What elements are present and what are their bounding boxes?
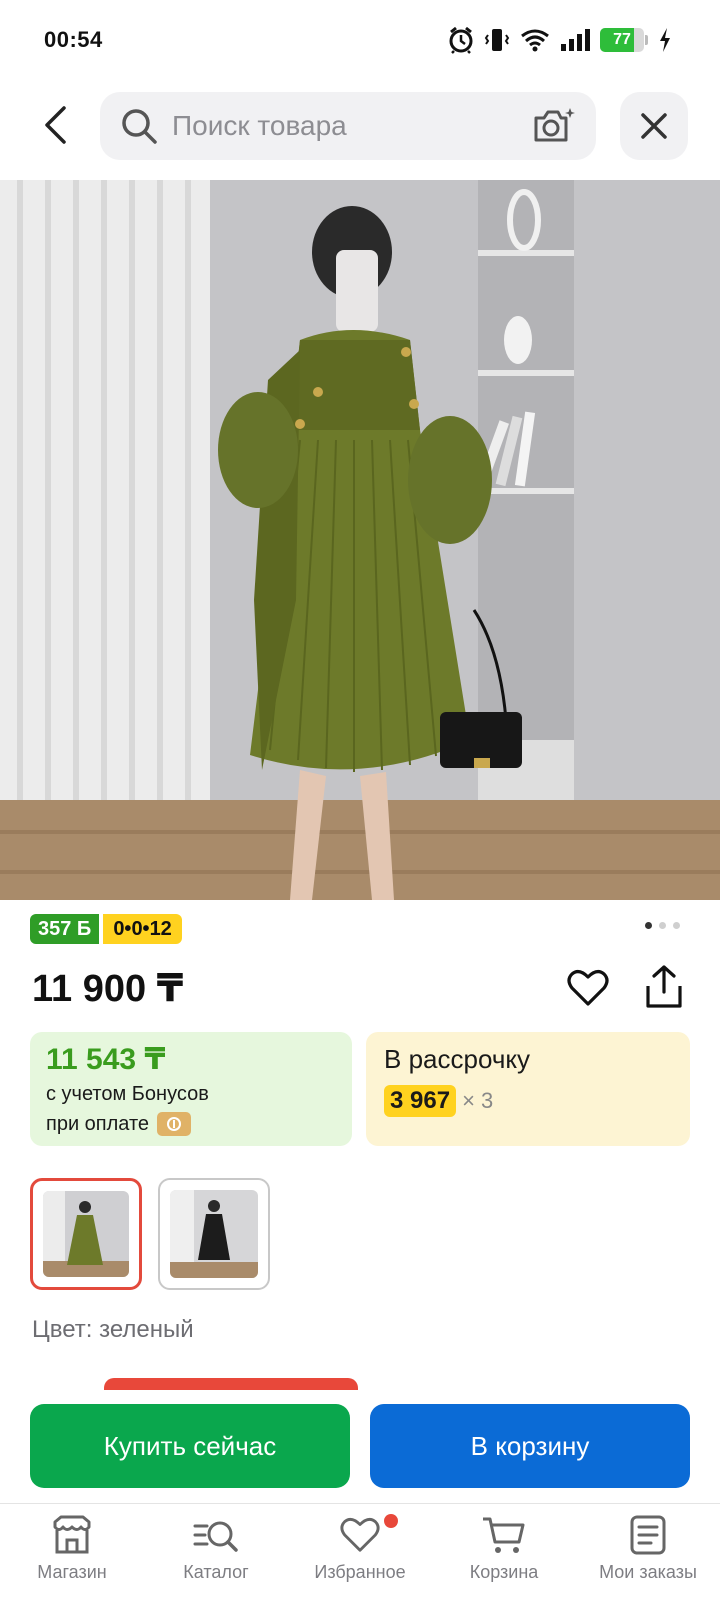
heart-icon [567, 970, 609, 1006]
installment-card[interactable]: В рассрочку 3 967 × 3 [366, 1032, 690, 1146]
installment-plan-badge: 0•0•12 [103, 914, 182, 944]
nav-label-catalog: Каталог [183, 1562, 249, 1582]
color-option-green[interactable] [30, 1178, 142, 1290]
bottom-navigation: Магазин Каталог Избранное Корзина Мои за… [0, 1503, 720, 1600]
share-icon [646, 965, 682, 1008]
bonus-note-line2-text: при оплате [46, 1112, 150, 1135]
nav-item-catalog[interactable]: Каталог [144, 1504, 288, 1600]
installment-multiplier: × 3 [462, 1088, 494, 1113]
battery-icon: 77 [600, 28, 648, 52]
pagination-dot [673, 922, 680, 929]
selected-color-label: Цвет: зеленый [32, 1316, 194, 1343]
close-button[interactable] [620, 92, 688, 160]
promo-badges: 357 Б 0•0•12 [30, 914, 182, 944]
product-image[interactable] [0, 180, 720, 900]
alarm-icon [449, 26, 473, 54]
bonus-note-line2: при оплате [46, 1112, 336, 1136]
nav-item-cart[interactable]: Корзина [432, 1504, 576, 1600]
heart-icon [340, 1517, 380, 1552]
catalog-search-icon [193, 1521, 238, 1552]
hidden-banner-edge [104, 1378, 358, 1390]
share-button[interactable] [642, 964, 690, 1012]
notification-dot [384, 1514, 398, 1528]
vibrate-icon [484, 29, 510, 51]
store-icon [53, 1515, 91, 1554]
favorite-button[interactable] [566, 966, 614, 1014]
gallery-pagination [645, 922, 680, 929]
close-icon [641, 113, 667, 139]
camera-search-icon[interactable] [532, 106, 576, 146]
battery-level: 77 [613, 31, 631, 48]
buy-now-button[interactable]: Купить сейчас [30, 1404, 350, 1488]
installment-title: В рассрочку [384, 1044, 531, 1074]
search-placeholder: Поиск товара [172, 110, 347, 141]
wifi-icon [521, 29, 549, 52]
pagination-dot [645, 922, 652, 929]
charging-icon [660, 28, 670, 52]
signal-icon [561, 29, 590, 51]
bonus-note-line1: с учетом Бонусов [46, 1083, 209, 1105]
back-button[interactable] [30, 100, 80, 150]
installment-amount: 3 967 [384, 1085, 457, 1117]
product-price: 11 900 ₸ [32, 968, 184, 1010]
nav-item-favorites[interactable]: Избранное [288, 1504, 432, 1600]
color-thumbnail-image [43, 1191, 129, 1277]
product-photo-illustration [0, 180, 720, 900]
add-to-cart-button[interactable]: В корзину [370, 1404, 690, 1488]
nav-item-orders[interactable]: Мои заказы [576, 1504, 720, 1600]
status-icons: 77 [448, 26, 672, 54]
nav-label-orders: Мои заказы [599, 1562, 697, 1582]
installment-row: 3 967 × 3 [384, 1085, 672, 1117]
nav-label-favorites: Избранное [314, 1562, 406, 1582]
chevron-left-icon [45, 106, 66, 144]
bonus-price-card[interactable]: 11 543 ₸ с учетом Бонусов при оплате [30, 1032, 352, 1146]
search-header: Поиск товара [0, 88, 720, 164]
bonus-price: 11 543 ₸ [46, 1043, 166, 1076]
nav-label-cart: Корзина [469, 1562, 539, 1582]
status-bar: 00:54 77 [0, 0, 720, 80]
payment-method-icon [157, 1112, 192, 1136]
nav-label-store: Магазин [37, 1562, 107, 1582]
color-option-black[interactable] [158, 1178, 270, 1290]
pagination-dot [659, 922, 666, 929]
bonus-points-badge: 357 Б [30, 914, 100, 944]
status-time: 00:54 [44, 27, 103, 52]
search-input[interactable]: Поиск товара [100, 92, 596, 160]
orders-icon [630, 1515, 666, 1555]
search-icon [122, 109, 157, 144]
cart-icon [483, 1517, 525, 1553]
color-thumbnail-image [170, 1190, 258, 1278]
nav-item-store[interactable]: Магазин [0, 1504, 144, 1600]
